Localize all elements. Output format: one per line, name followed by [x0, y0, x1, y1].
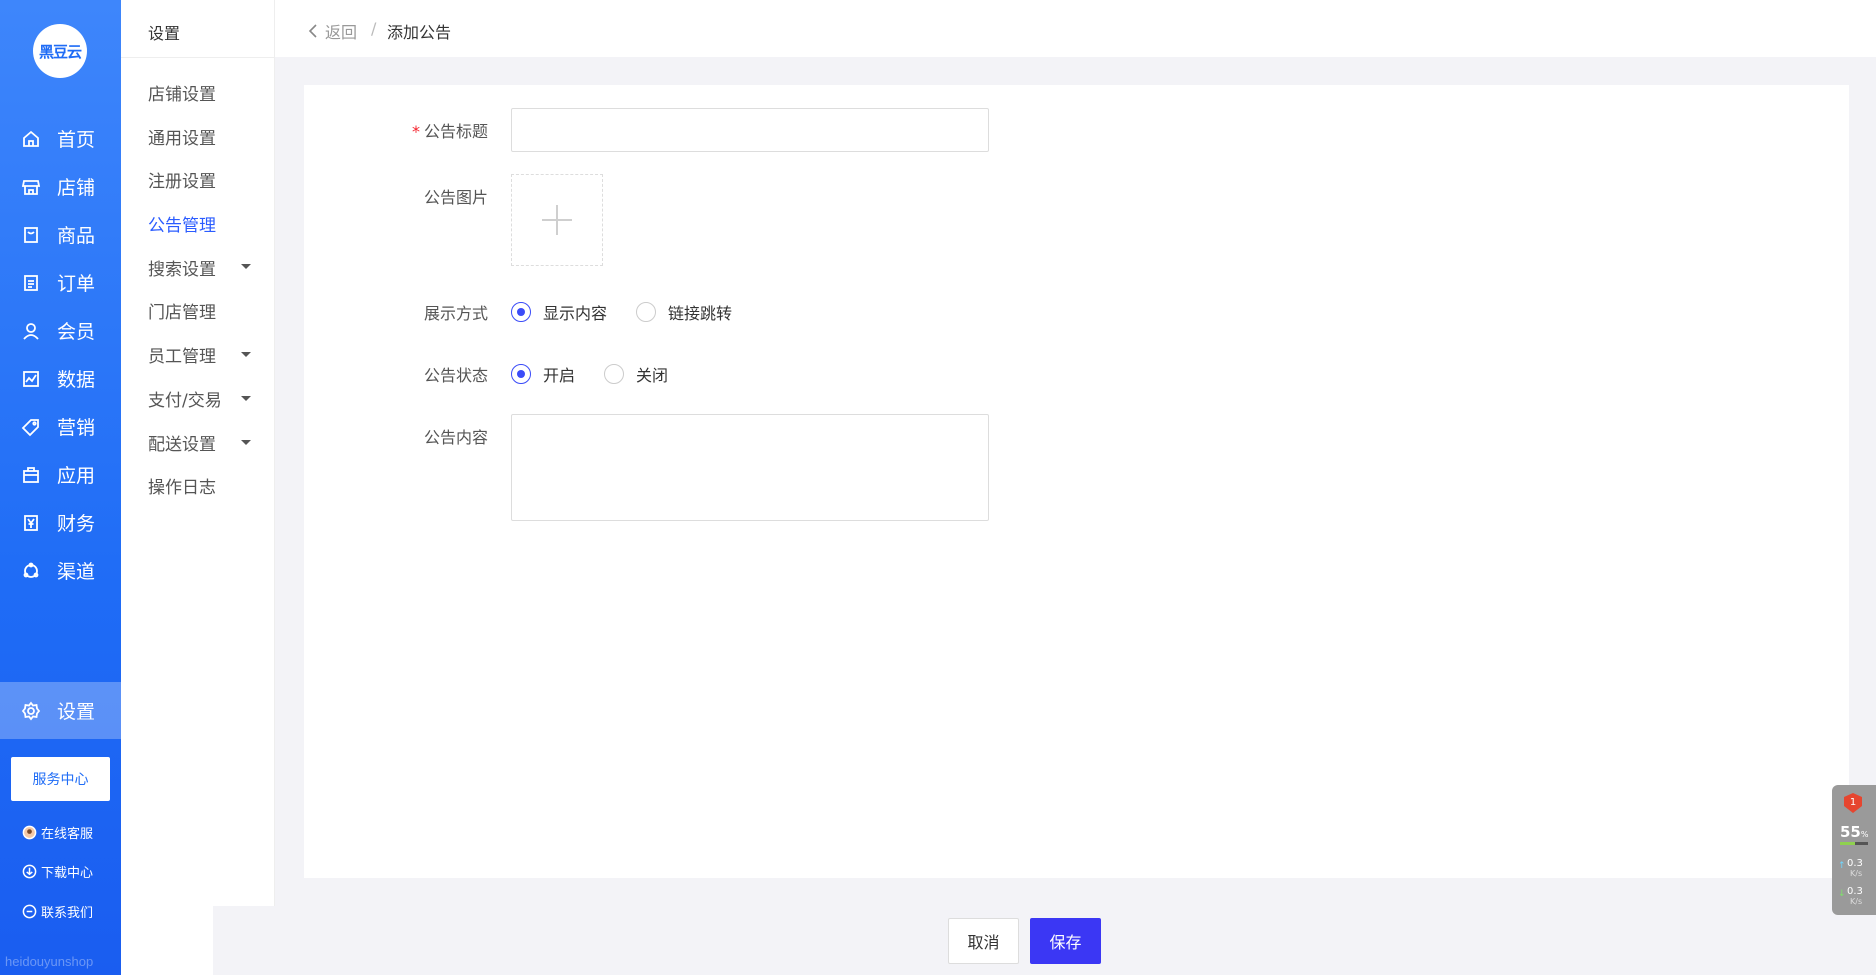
- nav-label: 财务: [57, 513, 96, 535]
- store-icon: [21, 177, 41, 197]
- memory-percent: 55%: [1840, 823, 1869, 841]
- chevron-left-icon: [308, 24, 317, 38]
- page-title: 添加公告: [387, 23, 452, 42]
- nav-channel[interactable]: 渠道: [0, 542, 121, 599]
- download-unit: K/s: [1850, 897, 1863, 906]
- plus-icon: [542, 205, 572, 235]
- primary-sidebar: 黑豆云 首页 店铺 商品 订单 会员 数据 营销 应用 财务 渠道 设置 服务中…: [0, 0, 121, 975]
- menu-item-staff-management[interactable]: 员工管理: [148, 342, 216, 367]
- avatar-icon: [22, 825, 37, 840]
- radio-dot: [636, 302, 656, 322]
- image-upload[interactable]: [511, 174, 603, 266]
- settings-sidebar: 设置 店铺设置 通用设置 注册设置 公告管理 搜索设置 门店管理 员工管理 支付…: [121, 0, 275, 975]
- status-label: 公告状态: [423, 366, 488, 385]
- app-icon: [21, 465, 41, 485]
- image-field-label: 公告图片: [423, 188, 488, 207]
- radio-label: 关闭: [636, 366, 669, 385]
- gear-icon: [21, 701, 41, 721]
- watermark: heidouyunshop: [5, 954, 94, 969]
- channel-icon: [21, 561, 41, 581]
- chevron-down-icon[interactable]: [241, 264, 251, 269]
- upload-speed: 0.3: [1847, 858, 1863, 869]
- radio-status-on[interactable]: 开启: [511, 362, 575, 386]
- contact-us-link[interactable]: 联系我们: [22, 902, 93, 921]
- display-mode-label: 展示方式: [423, 304, 488, 323]
- system-monitor-widget[interactable]: 1 55% ↑ 0.3 K/s ↓ 0.3 K/s: [1832, 785, 1876, 915]
- menu-item-delivery[interactable]: 配送设置: [148, 430, 216, 455]
- contact-us-label: 联系我们: [41, 906, 94, 921]
- upload-arrow-icon: ↑: [1838, 861, 1846, 871]
- menu-item-store-management[interactable]: 门店管理: [148, 298, 216, 323]
- required-mark: *: [411, 122, 420, 141]
- back-label: 返回: [325, 23, 358, 42]
- breadcrumb: 返回 / 添加公告: [275, 0, 1876, 57]
- radio-dot: [511, 364, 531, 384]
- goods-icon: [21, 225, 41, 245]
- back-button[interactable]: 返回: [307, 19, 357, 43]
- cancel-button[interactable]: 取消: [948, 918, 1019, 964]
- shield-icon: 1: [1844, 793, 1862, 813]
- radio-label: 开启: [543, 366, 576, 385]
- title-input[interactable]: [511, 108, 989, 152]
- nav-label: 首页: [57, 129, 96, 151]
- chevron-down-icon[interactable]: [241, 440, 251, 445]
- nav-label: 渠道: [57, 561, 96, 583]
- online-service-link[interactable]: 在线客服: [22, 823, 93, 842]
- menu-item-search-settings[interactable]: 搜索设置: [148, 255, 216, 280]
- logo-text: 黑豆云: [38, 42, 82, 61]
- breadcrumb-separator: /: [371, 19, 377, 38]
- title-field-label: * 公告标题: [411, 122, 488, 141]
- nav-label: 商品: [57, 225, 96, 247]
- menu-item-payment[interactable]: 支付/交易: [148, 386, 222, 411]
- nav-label: 营销: [57, 417, 96, 439]
- download-speed: 0.3: [1847, 886, 1863, 897]
- menu-item-store-settings[interactable]: 店铺设置: [148, 80, 216, 105]
- nav-settings[interactable]: 设置: [0, 682, 121, 739]
- save-button[interactable]: 保存: [1030, 918, 1101, 964]
- download-center-label: 下载中心: [41, 866, 94, 881]
- home-icon: [21, 129, 41, 149]
- download-center-link[interactable]: 下载中心: [22, 862, 93, 881]
- nav-label: 应用: [57, 465, 96, 487]
- order-icon: [21, 273, 41, 293]
- content-field-label: 公告内容: [423, 428, 488, 447]
- nav-label: 店铺: [57, 177, 96, 199]
- finance-icon: [21, 513, 41, 533]
- nav-label: 会员: [57, 321, 96, 343]
- radio-show-content[interactable]: 显示内容: [511, 300, 607, 324]
- upload-unit: K/s: [1850, 869, 1863, 878]
- contact-icon: [22, 904, 37, 919]
- online-service-label: 在线客服: [41, 827, 94, 842]
- radio-label: 链接跳转: [668, 304, 733, 323]
- chevron-down-icon[interactable]: [241, 352, 251, 357]
- service-center-button[interactable]: 服务中心: [11, 757, 110, 801]
- usage-bar: [1840, 842, 1868, 845]
- divider: [121, 57, 275, 58]
- nav-label: 设置: [57, 701, 96, 723]
- settings-menu-title: 设置: [148, 24, 181, 43]
- radio-label: 显示内容: [543, 304, 608, 323]
- radio-dot: [604, 364, 624, 384]
- data-icon: [21, 369, 41, 389]
- download-arrow-icon: ↓: [1838, 889, 1846, 899]
- radio-dot: [511, 302, 531, 322]
- menu-item-general-settings[interactable]: 通用设置: [148, 124, 216, 149]
- member-icon: [21, 321, 41, 341]
- menu-item-register-settings[interactable]: 注册设置: [148, 167, 216, 192]
- content-textarea[interactable]: [511, 414, 989, 521]
- download-icon: [22, 864, 37, 879]
- nav-label: 数据: [57, 369, 96, 391]
- radio-link-jump[interactable]: 链接跳转: [636, 300, 732, 324]
- nav-label: 订单: [57, 273, 96, 295]
- menu-item-operation-log[interactable]: 操作日志: [148, 473, 216, 498]
- menu-item-announcement[interactable]: 公告管理: [148, 211, 216, 236]
- tag-icon: [21, 417, 41, 437]
- logo[interactable]: 黑豆云: [33, 24, 87, 78]
- chevron-down-icon[interactable]: [241, 396, 251, 401]
- radio-status-off[interactable]: 关闭: [604, 362, 668, 386]
